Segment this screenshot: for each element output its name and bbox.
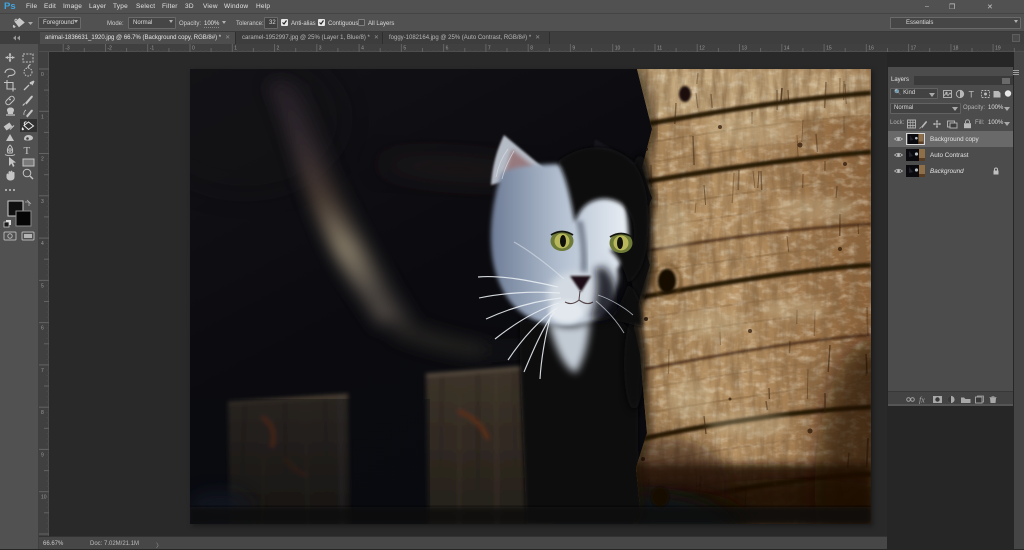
- svg-text:7: 7: [41, 368, 44, 374]
- svg-text:5: 5: [41, 283, 44, 289]
- svg-text:8: 8: [530, 46, 533, 52]
- svg-text:8: 8: [41, 410, 44, 416]
- svg-text:3: 3: [319, 46, 322, 52]
- svg-text:13: 13: [742, 46, 748, 52]
- svg-text:5: 5: [403, 46, 406, 52]
- svg-text:7: 7: [488, 46, 491, 52]
- svg-text:1: 1: [41, 114, 44, 120]
- svg-text:4: 4: [361, 46, 364, 52]
- svg-text:6: 6: [446, 46, 449, 52]
- svg-text:T: T: [969, 90, 975, 100]
- svg-text:6: 6: [41, 326, 44, 332]
- svg-text:9: 9: [572, 46, 575, 52]
- svg-text:-2: -2: [108, 46, 113, 52]
- svg-text:18: 18: [953, 46, 959, 52]
- svg-text:16: 16: [868, 46, 874, 52]
- svg-text:-3: -3: [65, 46, 70, 52]
- svg-text:2: 2: [41, 157, 44, 163]
- svg-text:10: 10: [615, 46, 621, 52]
- svg-text:10: 10: [41, 495, 47, 501]
- svg-text:-1: -1: [150, 46, 155, 52]
- svg-text:17: 17: [911, 46, 917, 52]
- svg-text:11: 11: [657, 46, 662, 52]
- svg-text:15: 15: [826, 46, 832, 52]
- svg-text:9: 9: [41, 452, 44, 458]
- svg-text:2: 2: [277, 46, 280, 52]
- svg-text:12: 12: [699, 46, 705, 52]
- svg-text:19: 19: [995, 46, 1001, 52]
- svg-text:1: 1: [234, 46, 237, 52]
- svg-text:14: 14: [784, 46, 790, 52]
- svg-text:3: 3: [41, 199, 44, 205]
- svg-text:fx: fx: [919, 396, 925, 405]
- svg-text:0: 0: [192, 46, 195, 52]
- svg-text:4: 4: [41, 241, 44, 247]
- svg-text:0: 0: [41, 72, 44, 78]
- svg-text:T: T: [24, 145, 31, 157]
